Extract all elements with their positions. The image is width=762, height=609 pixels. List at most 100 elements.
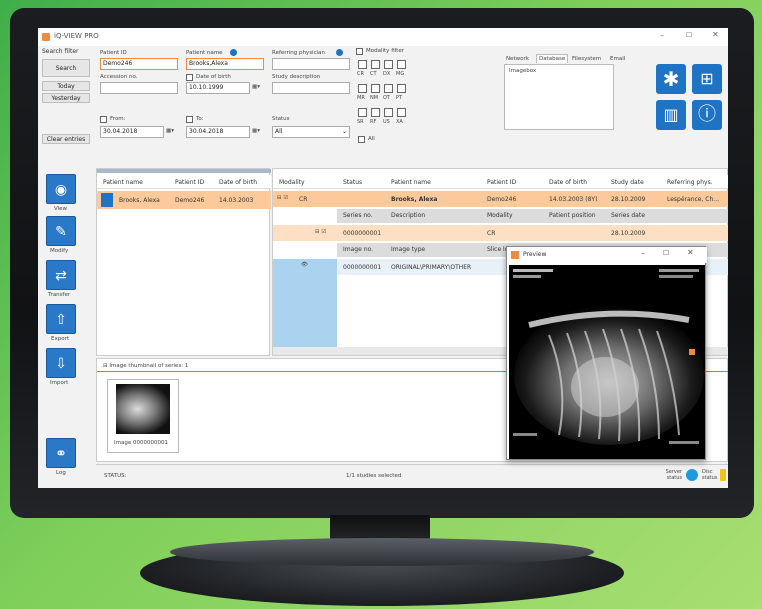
modality-label-us: US [383, 119, 390, 125]
modality-checkbox-ot[interactable] [384, 84, 393, 93]
patient-table-header: Patient name Patient ID Date of birth [97, 175, 271, 189]
settings-button[interactable]: ✱ [656, 64, 686, 94]
patient-row-id: Demo246 [175, 197, 205, 204]
table-row[interactable]: ⊟ ☑ CR Brooks, Alexa Demo246 14.03.2003 … [273, 191, 728, 207]
expand-icon[interactable]: ⊟ ☑ [277, 195, 288, 201]
network-button[interactable]: ⊞ [692, 64, 722, 94]
dob-label: Date of birth [196, 74, 231, 80]
modality-checkbox-nm[interactable] [371, 84, 380, 93]
side-toolbar: ◉ View ✎ Modify ⇄ Transfer ⇧ Export ⇩ Im… [38, 156, 94, 486]
modality-checkbox-dx[interactable] [384, 60, 393, 69]
modality-filter-label: Modality filter [366, 48, 404, 54]
tab-database[interactable]: Database [536, 54, 569, 63]
export-icon: ⇧ [55, 312, 67, 328]
maximize-icon[interactable]: ☐ [663, 249, 669, 257]
eye-icon[interactable]: 👁 [301, 262, 308, 268]
minimize-icon[interactable]: – [660, 31, 664, 40]
patient-row-dob: 14.03.2003 [219, 197, 254, 204]
accession-input[interactable] [100, 82, 178, 94]
calendar-icon[interactable]: ▦▾ [166, 128, 174, 134]
thumbnail-title-text: Image thumbnail of series: 1 [109, 363, 189, 369]
col-dob[interactable]: Date of birth [219, 179, 257, 186]
col-modality[interactable]: Modality [279, 179, 305, 186]
col-patient-name[interactable]: Patient name [391, 179, 431, 186]
modality-label-rf: RF [370, 119, 377, 125]
xray-image[interactable] [509, 265, 705, 459]
referring-physician-input[interactable] [272, 58, 350, 70]
calendar-icon[interactable]: ▦▾ [252, 84, 260, 90]
col-image-no: Image no. [343, 246, 373, 253]
col-description: Description [391, 212, 426, 219]
modality-label-dx: DX [383, 71, 391, 77]
to-date-input[interactable]: 30.04.2018 [186, 126, 250, 138]
modality-checkbox-us[interactable] [384, 108, 393, 117]
col-patient-id[interactable]: Patient ID [175, 179, 204, 186]
log-button[interactable]: ⚭ [46, 438, 76, 468]
modify-button[interactable]: ✎ [46, 216, 76, 246]
modality-label-mg: MG [396, 71, 405, 77]
patient-id-input[interactable]: Demo246 [100, 58, 178, 70]
from-checkbox[interactable] [100, 116, 107, 123]
info-button[interactable]: ⓘ [692, 100, 722, 130]
modality-checkbox-sr[interactable] [358, 108, 367, 117]
patient-row-name: Brooks, Alexa [119, 197, 160, 204]
search-filter-title: Search filter [42, 48, 79, 55]
status-label: STATUS: [104, 473, 127, 479]
modality-checkbox-rf[interactable] [371, 108, 380, 117]
modality-all-checkbox[interactable] [358, 136, 365, 143]
import-label: Import [50, 380, 69, 386]
network-icon: ⊞ [700, 69, 714, 88]
transfer-button[interactable]: ⇄ [46, 260, 76, 290]
col-status[interactable]: Status [343, 179, 362, 186]
patient-table-scroll[interactable] [97, 169, 271, 173]
table-row[interactable]: Brooks, Alexa Demo246 14.03.2003 [97, 191, 271, 209]
modality-checkbox-xa[interactable] [397, 108, 406, 117]
col-patient-name[interactable]: Patient name [103, 179, 143, 186]
status-select[interactable]: All ⌄ [272, 126, 350, 138]
patient-id-label: Patient ID [100, 50, 127, 56]
to-checkbox[interactable] [186, 116, 193, 123]
modality-checkbox-pt[interactable] [397, 84, 406, 93]
maximize-icon[interactable]: ☐ [686, 31, 692, 39]
modality-filter-checkbox[interactable] [356, 48, 363, 55]
modality-checkbox-mg[interactable] [397, 60, 406, 69]
study-description-input[interactable] [272, 82, 350, 94]
tab-network[interactable]: Network [506, 56, 529, 62]
patient-name-input[interactable]: Brooks,Alexa [186, 58, 264, 70]
help-icon[interactable] [336, 49, 343, 56]
view-button[interactable]: ◉ [46, 174, 76, 204]
yesterday-button[interactable]: Yesterday [42, 93, 90, 103]
close-icon[interactable]: ✕ [687, 248, 694, 257]
modality-checkbox-cr[interactable] [358, 60, 367, 69]
today-button[interactable]: Today [42, 81, 90, 91]
col-patient-position: Patient position [549, 212, 596, 219]
tab-filesystem[interactable]: Filesystem [572, 56, 601, 62]
export-button[interactable]: ⇧ [46, 304, 76, 334]
col-dob[interactable]: Date of birth [549, 179, 587, 186]
help-icon[interactable] [230, 49, 237, 56]
monitor-base-top [170, 538, 594, 566]
from-date-input[interactable]: 30.04.2018 [100, 126, 164, 138]
col-patient-id[interactable]: Patient ID [487, 179, 516, 186]
dob-checkbox[interactable] [186, 74, 193, 81]
minimize-icon[interactable]: – [641, 249, 645, 258]
clear-entries-button[interactable]: Clear entries [42, 134, 90, 144]
expand-icon[interactable]: ⊟ ☑ [315, 229, 326, 235]
export-label: Export [51, 336, 70, 342]
tab-email[interactable]: Email [610, 56, 625, 62]
xray-thumbnail [116, 384, 170, 434]
from-label: From: [110, 116, 126, 122]
modality-checkbox-ct[interactable] [371, 60, 380, 69]
manual-button[interactable]: ▥ [656, 100, 686, 130]
col-referring[interactable]: Referring phys. [667, 179, 713, 186]
dob-input[interactable]: 10.10.1999 [186, 82, 250, 94]
tree-item-imagebox[interactable]: Imagebox [509, 68, 536, 74]
search-button[interactable]: Search [42, 59, 90, 77]
import-button[interactable]: ⇩ [46, 348, 76, 378]
thumbnail-item[interactable]: Image 0000000001 [107, 379, 179, 453]
table-row[interactable]: ⊟ ☑ 0000000001 CR 28.10.2009 [273, 225, 728, 241]
calendar-icon[interactable]: ▦▾ [252, 128, 260, 134]
close-icon[interactable]: ✕ [712, 30, 719, 39]
col-study-date[interactable]: Study date [611, 179, 644, 186]
modality-checkbox-mr[interactable] [358, 84, 367, 93]
